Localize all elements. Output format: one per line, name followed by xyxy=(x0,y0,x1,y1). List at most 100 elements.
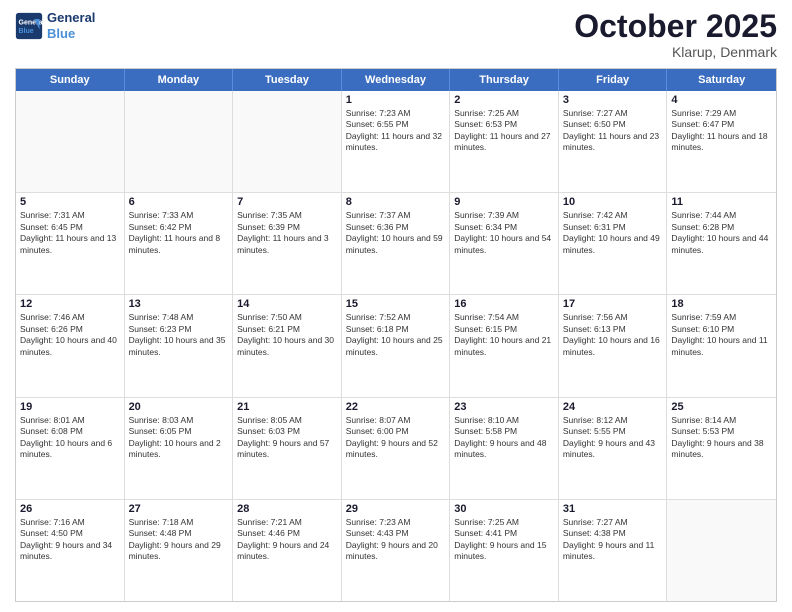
header-sunday: Sunday xyxy=(16,69,125,91)
day-number: 4 xyxy=(671,94,772,106)
calendar-cell-3-4: 15 Sunrise: 7:52 AM Sunset: 6:18 PM Dayli… xyxy=(342,295,451,396)
calendar-cell-2-7: 11 Sunrise: 7:44 AM Sunset: 6:28 PM Dayli… xyxy=(667,193,776,294)
header-monday: Monday xyxy=(125,69,234,91)
day-number: 23 xyxy=(454,401,554,413)
calendar-cell-3-5: 16 Sunrise: 7:54 AM Sunset: 6:15 PM Dayli… xyxy=(450,295,559,396)
day-number: 9 xyxy=(454,196,554,208)
calendar-row-1: 1Sunrise: 7:23 AM Sunset: 6:55 PM Daylig… xyxy=(16,91,776,193)
logo: General Blue General Blue xyxy=(15,10,95,41)
day-number: 13 xyxy=(129,298,229,310)
calendar-cell-3-3: 14Sunrise: 7:50 AM Sunset: 6:21 PM Dayli… xyxy=(233,295,342,396)
cell-details: Sunrise: 8:01 AM Sunset: 6:08 PM Dayligh… xyxy=(20,415,120,461)
cell-details: Sunrise: 7:33 AM Sunset: 6:42 PM Dayligh… xyxy=(129,210,229,256)
calendar-cell-4-5: 23 Sunrise: 8:10 AM Sunset: 5:58 PM Dayli… xyxy=(450,398,559,499)
day-number: 25 xyxy=(671,401,772,413)
calendar-cell-1-4: 1Sunrise: 7:23 AM Sunset: 6:55 PM Daylig… xyxy=(342,91,451,192)
calendar-row-3: 12 Sunrise: 7:46 AM Sunset: 6:26 PM Dayli… xyxy=(16,295,776,397)
cell-details: Sunrise: 7:25 AM Sunset: 6:53 PM Dayligh… xyxy=(454,108,554,154)
calendar-cell-4-2: 20Sunrise: 8:03 AM Sunset: 6:05 PM Dayli… xyxy=(125,398,234,499)
day-number: 14 xyxy=(237,298,337,310)
calendar-cell-1-7: 4 Sunrise: 7:29 AM Sunset: 6:47 PM Daylig… xyxy=(667,91,776,192)
day-number: 11 xyxy=(671,196,772,208)
calendar-header: Sunday Monday Tuesday Wednesday Thursday… xyxy=(16,69,776,91)
cell-details: Sunrise: 7:29 AM Sunset: 6:47 PM Dayligh… xyxy=(671,108,772,154)
cell-details: Sunrise: 7:52 AM Sunset: 6:18 PM Dayligh… xyxy=(346,312,446,358)
location: Klarup, Denmark xyxy=(574,44,777,60)
calendar-cell-2-2: 6 Sunrise: 7:33 AM Sunset: 6:42 PM Daylig… xyxy=(125,193,234,294)
cell-details: Sunrise: 7:18 AM Sunset: 4:48 PM Dayligh… xyxy=(129,517,229,563)
svg-text:Blue: Blue xyxy=(19,28,34,35)
calendar-cell-2-4: 8 Sunrise: 7:37 AM Sunset: 6:36 PM Daylig… xyxy=(342,193,451,294)
cell-details: Sunrise: 8:10 AM Sunset: 5:58 PM Dayligh… xyxy=(454,415,554,461)
cell-details: Sunrise: 7:23 AM Sunset: 6:55 PM Dayligh… xyxy=(346,108,446,154)
day-number: 8 xyxy=(346,196,446,208)
month-title: October 2025 xyxy=(574,10,777,42)
day-number: 15 xyxy=(346,298,446,310)
logo-blue: Blue xyxy=(47,26,95,42)
cell-details: Sunrise: 7:31 AM Sunset: 6:45 PM Dayligh… xyxy=(20,210,120,256)
cell-details: Sunrise: 7:46 AM Sunset: 6:26 PM Dayligh… xyxy=(20,312,120,358)
calendar-cell-5-4: 29 Sunrise: 7:23 AM Sunset: 4:43 PM Dayli… xyxy=(342,500,451,601)
calendar-cell-3-2: 13 Sunrise: 7:48 AM Sunset: 6:23 PM Dayli… xyxy=(125,295,234,396)
cell-details: Sunrise: 7:35 AM Sunset: 6:39 PM Dayligh… xyxy=(237,210,337,256)
day-number: 21 xyxy=(237,401,337,413)
cell-details: Sunrise: 7:59 AM Sunset: 6:10 PM Dayligh… xyxy=(671,312,772,358)
cell-details: Sunrise: 7:23 AM Sunset: 4:43 PM Dayligh… xyxy=(346,517,446,563)
day-number: 22 xyxy=(346,401,446,413)
cell-details: Sunrise: 8:14 AM Sunset: 5:53 PM Dayligh… xyxy=(671,415,772,461)
cell-details: Sunrise: 7:44 AM Sunset: 6:28 PM Dayligh… xyxy=(671,210,772,256)
calendar-cell-4-3: 21 Sunrise: 8:05 AM Sunset: 6:03 PM Dayli… xyxy=(233,398,342,499)
day-number: 17 xyxy=(563,298,663,310)
day-number: 7 xyxy=(237,196,337,208)
day-number: 31 xyxy=(563,503,663,515)
calendar-cell-5-6: 31 Sunrise: 7:27 AM Sunset: 4:38 PM Dayli… xyxy=(559,500,668,601)
calendar-cell-3-7: 18 Sunrise: 7:59 AM Sunset: 6:10 PM Dayli… xyxy=(667,295,776,396)
cell-details: Sunrise: 7:39 AM Sunset: 6:34 PM Dayligh… xyxy=(454,210,554,256)
calendar-cell-5-7 xyxy=(667,500,776,601)
calendar-cell-4-1: 19Sunrise: 8:01 AM Sunset: 6:08 PM Dayli… xyxy=(16,398,125,499)
day-number: 10 xyxy=(563,196,663,208)
calendar-cell-2-1: 5 Sunrise: 7:31 AM Sunset: 6:45 PM Daylig… xyxy=(16,193,125,294)
day-number: 3 xyxy=(563,94,663,106)
calendar-cell-4-4: 22 Sunrise: 8:07 AM Sunset: 6:00 PM Dayli… xyxy=(342,398,451,499)
calendar-cell-5-5: 30Sunrise: 7:25 AM Sunset: 4:41 PM Dayli… xyxy=(450,500,559,601)
calendar-cell-1-3 xyxy=(233,91,342,192)
day-number: 18 xyxy=(671,298,772,310)
day-number: 6 xyxy=(129,196,229,208)
calendar-row-5: 26 Sunrise: 7:16 AM Sunset: 4:50 PM Dayli… xyxy=(16,500,776,601)
calendar-cell-2-5: 9 Sunrise: 7:39 AM Sunset: 6:34 PM Daylig… xyxy=(450,193,559,294)
cell-details: Sunrise: 7:16 AM Sunset: 4:50 PM Dayligh… xyxy=(20,517,120,563)
day-number: 29 xyxy=(346,503,446,515)
cell-details: Sunrise: 7:37 AM Sunset: 6:36 PM Dayligh… xyxy=(346,210,446,256)
calendar-row-2: 5 Sunrise: 7:31 AM Sunset: 6:45 PM Daylig… xyxy=(16,193,776,295)
calendar-cell-1-2 xyxy=(125,91,234,192)
cell-details: Sunrise: 7:54 AM Sunset: 6:15 PM Dayligh… xyxy=(454,312,554,358)
cell-details: Sunrise: 7:48 AM Sunset: 6:23 PM Dayligh… xyxy=(129,312,229,358)
header-tuesday: Tuesday xyxy=(233,69,342,91)
day-number: 24 xyxy=(563,401,663,413)
day-number: 26 xyxy=(20,503,120,515)
day-number: 2 xyxy=(454,94,554,106)
day-number: 30 xyxy=(454,503,554,515)
calendar-row-4: 19Sunrise: 8:01 AM Sunset: 6:08 PM Dayli… xyxy=(16,398,776,500)
cell-details: Sunrise: 8:05 AM Sunset: 6:03 PM Dayligh… xyxy=(237,415,337,461)
calendar-cell-4-6: 24Sunrise: 8:12 AM Sunset: 5:55 PM Dayli… xyxy=(559,398,668,499)
calendar-cell-5-3: 28Sunrise: 7:21 AM Sunset: 4:46 PM Dayli… xyxy=(233,500,342,601)
header-saturday: Saturday xyxy=(667,69,776,91)
day-number: 27 xyxy=(129,503,229,515)
calendar-cell-4-7: 25 Sunrise: 8:14 AM Sunset: 5:53 PM Dayli… xyxy=(667,398,776,499)
title-area: October 2025 Klarup, Denmark xyxy=(574,10,777,60)
cell-details: Sunrise: 8:07 AM Sunset: 6:00 PM Dayligh… xyxy=(346,415,446,461)
cell-details: Sunrise: 7:56 AM Sunset: 6:13 PM Dayligh… xyxy=(563,312,663,358)
day-number: 12 xyxy=(20,298,120,310)
calendar-cell-1-1 xyxy=(16,91,125,192)
day-number: 5 xyxy=(20,196,120,208)
cell-details: Sunrise: 7:21 AM Sunset: 4:46 PM Dayligh… xyxy=(237,517,337,563)
header-friday: Friday xyxy=(559,69,668,91)
day-number: 16 xyxy=(454,298,554,310)
calendar-cell-1-6: 3Sunrise: 7:27 AM Sunset: 6:50 PM Daylig… xyxy=(559,91,668,192)
calendar-cell-5-2: 27 Sunrise: 7:18 AM Sunset: 4:48 PM Dayli… xyxy=(125,500,234,601)
cell-details: Sunrise: 7:27 AM Sunset: 4:38 PM Dayligh… xyxy=(563,517,663,563)
calendar-cell-3-1: 12 Sunrise: 7:46 AM Sunset: 6:26 PM Dayli… xyxy=(16,295,125,396)
cell-details: Sunrise: 8:03 AM Sunset: 6:05 PM Dayligh… xyxy=(129,415,229,461)
